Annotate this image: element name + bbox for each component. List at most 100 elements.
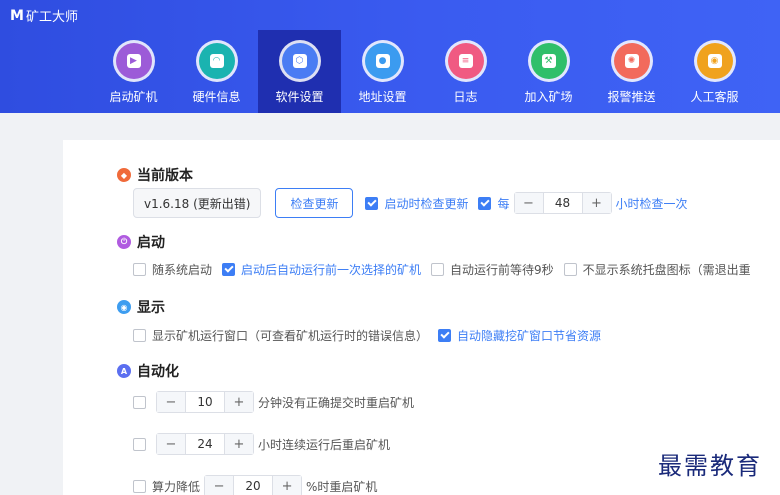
check-interval-suffix: 小时检查一次 — [615, 196, 688, 211]
automation-rule-suffix: 分钟没有正确提交时重启矿机 — [258, 395, 415, 410]
stepper-value-input[interactable]: 24 — [185, 434, 225, 454]
option-item[interactable]: 显示矿机运行窗口（可查看矿机运行时的错误信息） — [133, 327, 428, 344]
nav-item-0[interactable]: ▶ 启动矿机 — [92, 30, 175, 113]
pin-icon-glyph: ● — [375, 54, 390, 68]
automation-rule-stepper: −10 + — [156, 391, 254, 413]
option-checkbox[interactable] — [133, 263, 146, 276]
automation-rule-checkbox[interactable] — [133, 395, 146, 409]
alarm-icon-glyph: ✺ — [624, 54, 639, 68]
app-title: 矿工大师 — [25, 10, 78, 25]
play-icon-glyph: ▶ — [126, 54, 141, 68]
version-text: v1.6.18 (更新出错) — [144, 196, 251, 211]
interval-value-input[interactable]: 48 — [542, 193, 583, 213]
check-update-label: 检查更新 — [290, 196, 339, 211]
mine-icon: ⚒ — [530, 43, 567, 79]
check-interval-option: 每 − 48 + 小时检查一次 — [478, 192, 688, 214]
display-options-row: 显示矿机运行窗口（可查看矿机运行时的错误信息） 自动隐藏挖矿窗口节省资源 — [133, 327, 611, 344]
stepper-plus-button[interactable]: + — [273, 476, 302, 495]
stepper-plus-button[interactable]: + — [225, 434, 253, 454]
option-item[interactable]: 启动后自动运行前一次选择的矿机 — [222, 261, 421, 278]
option-label: 自动运行前等待9秒 — [450, 263, 554, 277]
nav-item-7[interactable]: ◉ 人工客服 — [673, 30, 756, 113]
document-icon-glyph: ≡ — [458, 54, 473, 68]
nav-label: 软件设置 — [275, 90, 324, 104]
option-checkbox[interactable] — [563, 263, 577, 276]
automation-rule-checkbox[interactable] — [133, 479, 146, 493]
eye-icon: ◉ — [117, 300, 131, 314]
document-icon: ≡ — [447, 43, 484, 79]
nav-label: 地址设置 — [358, 90, 407, 104]
nav-label: 硬件信息 — [192, 90, 241, 104]
option-item[interactable]: 随系统启动 — [133, 261, 212, 278]
automation-rule-row: −24 + 小时连续运行后重启矿机 — [133, 433, 390, 455]
automation-rule-checkbox[interactable] — [133, 437, 146, 451]
section-display-title: ◉ 显示 — [117, 297, 165, 317]
version-section-icon: ◆ — [117, 168, 131, 182]
automation-rule-suffix: %时重启矿机 — [306, 479, 378, 494]
stepper-plus-button[interactable]: + — [225, 392, 253, 412]
watermark: 最需教育 — [658, 452, 762, 480]
stepper-value-input[interactable]: 10 — [185, 392, 225, 412]
check-on-start-label: 启动时检查更新 — [384, 196, 469, 211]
mine-icon-glyph: ⚒ — [541, 54, 556, 68]
gear-icon-glyph: ⬡ — [292, 54, 307, 68]
option-item[interactable]: 自动隐藏挖矿窗口节省资源 — [438, 327, 601, 344]
section-version-title: ◆ 当前版本 — [117, 165, 193, 185]
support-icon-glyph: ◉ — [707, 54, 722, 68]
option-label: 显示矿机运行窗口（可查看矿机运行时的错误信息） — [152, 329, 429, 343]
check-interval-prefix: 每 — [497, 196, 510, 211]
check-on-start-option[interactable]: 启动时检查更新 — [365, 195, 468, 212]
power-icon: ⏻ — [117, 235, 131, 249]
nav-item-2[interactable]: ⬡ 软件设置 — [258, 30, 341, 113]
nav-item-1[interactable]: ◠ 硬件信息 — [175, 30, 258, 113]
nav-item-3[interactable]: ● 地址设置 — [341, 30, 424, 113]
startup-options-row: 随系统启动 启动后自动运行前一次选择的矿机 自动运行前等待9秒 不显示系统托盘图标（需… — [133, 261, 761, 278]
option-item[interactable]: 不显示系统托盘图标（需退出重 — [563, 261, 751, 278]
interval-minus-button[interactable]: − — [514, 193, 543, 213]
automation-icon: A — [117, 364, 131, 378]
option-checkbox[interactable] — [431, 263, 445, 276]
nav-item-4[interactable]: ≡ 日志 — [424, 30, 507, 113]
gauge-icon-glyph: ◠ — [209, 54, 224, 68]
nav-label: 启动矿机 — [109, 90, 158, 104]
version-row: v1.6.18 (更新出错) 检查更新 启动时检查更新 每 − 48 + 小时检… — [133, 188, 698, 218]
app-logo: M 矿工大师 — [10, 6, 78, 26]
M-logo-icon: M — [10, 7, 24, 24]
gear-icon: ⬡ — [281, 43, 318, 79]
section-automation-label: 自动化 — [137, 364, 179, 380]
option-item[interactable]: 自动运行前等待9秒 — [431, 261, 554, 278]
nav-item-6[interactable]: ✺ 报警推送 — [590, 30, 673, 113]
interval-plus-button[interactable]: + — [582, 193, 611, 213]
section-version-label: 当前版本 — [137, 168, 193, 184]
support-icon: ◉ — [696, 43, 733, 79]
pin-icon: ● — [364, 43, 401, 79]
check-update-button[interactable]: 检查更新 — [275, 188, 354, 218]
option-label: 不显示系统托盘图标（需退出重 — [582, 263, 751, 277]
option-checkbox[interactable] — [133, 329, 146, 342]
check-on-start-checkbox[interactable] — [365, 196, 379, 210]
option-checkbox[interactable] — [438, 329, 452, 342]
automation-rule-stepper: −20 + — [204, 475, 303, 495]
stepper-value-input[interactable]: 20 — [233, 476, 274, 495]
gauge-icon: ◠ — [198, 43, 235, 79]
check-interval-checkbox[interactable] — [478, 196, 492, 210]
automation-rule-row: 算力降低 −20 + %时重启矿机 — [133, 475, 377, 495]
section-startup-title: ⏻ 启动 — [117, 232, 165, 252]
automation-rule-stepper: −24 + — [156, 433, 254, 455]
section-display-label: 显示 — [137, 300, 165, 316]
stepper-minus-button[interactable]: − — [157, 434, 185, 454]
automation-rule-row: −10 + 分钟没有正确提交时重启矿机 — [133, 391, 414, 413]
automation-rule-prefix: 算力降低 — [152, 479, 201, 494]
nav-item-5[interactable]: ⚒ 加入矿场 — [507, 30, 590, 113]
automation-rule-suffix: 小时连续运行后重启矿机 — [258, 437, 391, 452]
section-startup-label: 启动 — [137, 235, 165, 251]
main-nav: ▶ 启动矿机 ◠ 硬件信息 ⬡ 软件设置 ● 地址设置 ≡ 日志 ⚒ 加入矿场 ✺ 报警推送 ◉ 人工客服 — [92, 30, 756, 113]
option-checkbox[interactable] — [222, 263, 236, 276]
section-automation-title: A 自动化 — [117, 361, 179, 381]
option-label: 随系统启动 — [152, 263, 213, 277]
check-interval-stepper: − 48 + — [513, 192, 612, 214]
alarm-icon: ✺ — [613, 43, 650, 79]
version-display: v1.6.18 (更新出错) — [133, 188, 262, 218]
stepper-minus-button[interactable]: − — [205, 476, 234, 495]
stepper-minus-button[interactable]: − — [157, 392, 185, 412]
